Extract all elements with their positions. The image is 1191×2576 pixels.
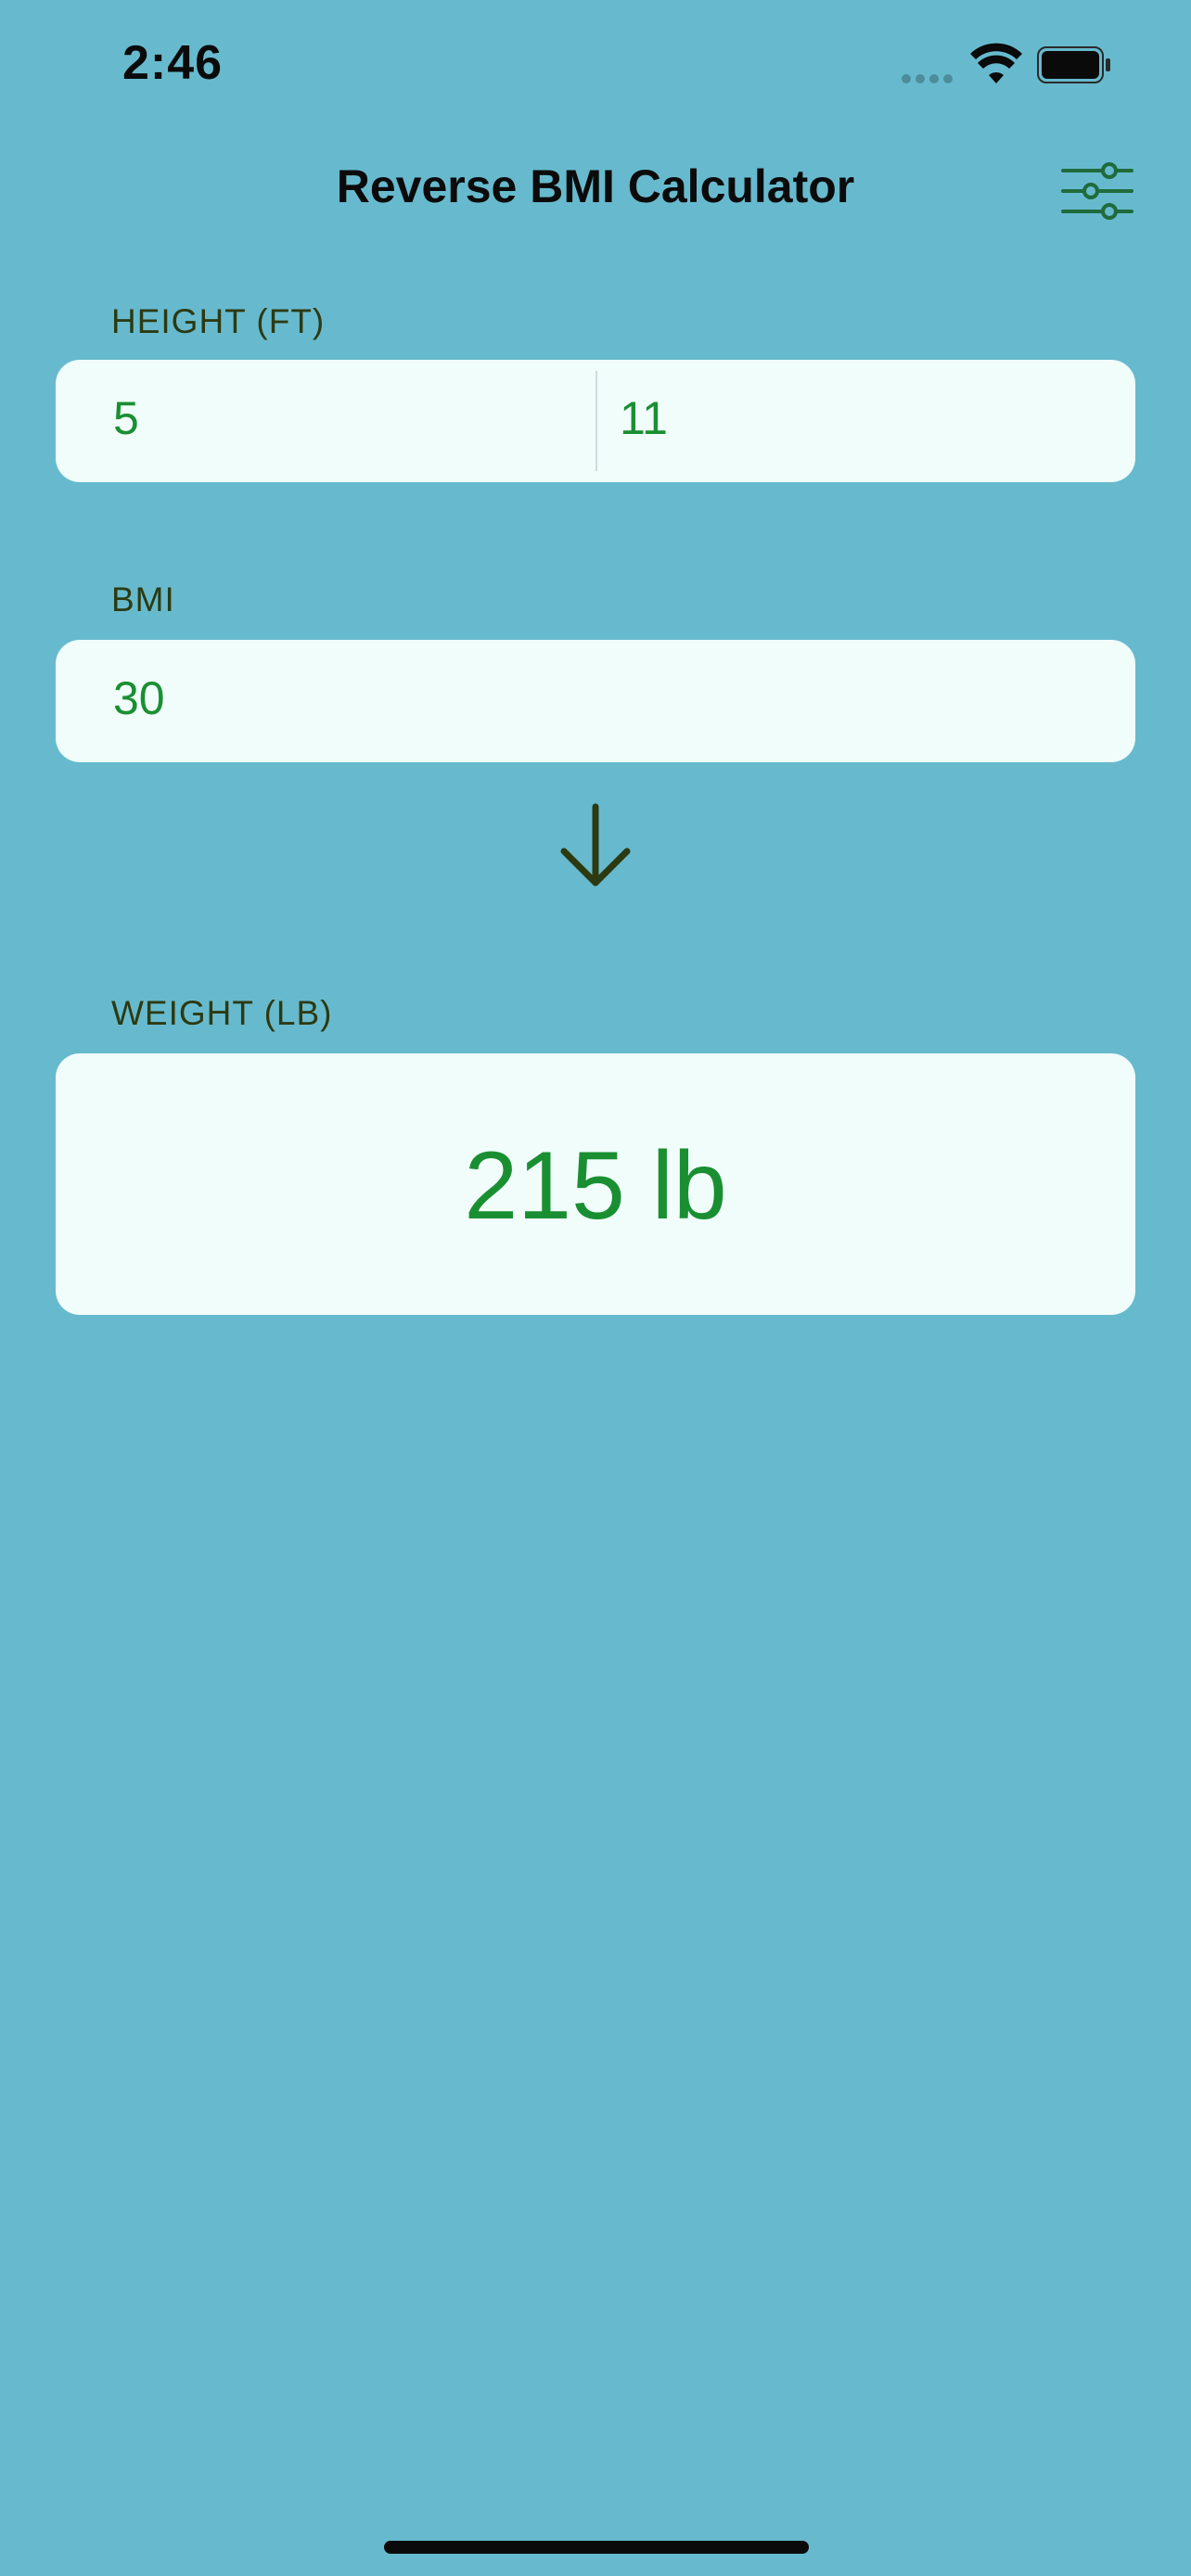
weight-label: WEIGHT (LB) bbox=[111, 994, 333, 1032]
bmi-input-group: 30 bbox=[56, 640, 1135, 762]
home-indicator bbox=[384, 2541, 809, 2554]
weight-result: 215 lb bbox=[464, 1132, 727, 1240]
arrow-down-icon bbox=[560, 803, 631, 886]
height-inches-field[interactable]: 11 bbox=[620, 391, 668, 445]
height-feet-field[interactable]: 5 bbox=[113, 391, 139, 445]
height-divider bbox=[596, 371, 597, 471]
bmi-label: BMI bbox=[111, 580, 175, 618]
page-title: Reverse BMI Calculator bbox=[336, 160, 855, 212]
status-time: 2:46 bbox=[122, 36, 224, 90]
wifi-icon bbox=[970, 43, 1022, 83]
weight-result-card: 215 lb bbox=[56, 1053, 1135, 1315]
battery-icon bbox=[1037, 46, 1110, 83]
cellular-signal-icon bbox=[902, 74, 953, 83]
sliders-icon[interactable] bbox=[1059, 161, 1135, 221]
height-input-group: 5 11 bbox=[56, 360, 1135, 482]
height-label: HEIGHT (FT) bbox=[111, 302, 326, 340]
bmi-field[interactable]: 30 bbox=[113, 671, 165, 725]
